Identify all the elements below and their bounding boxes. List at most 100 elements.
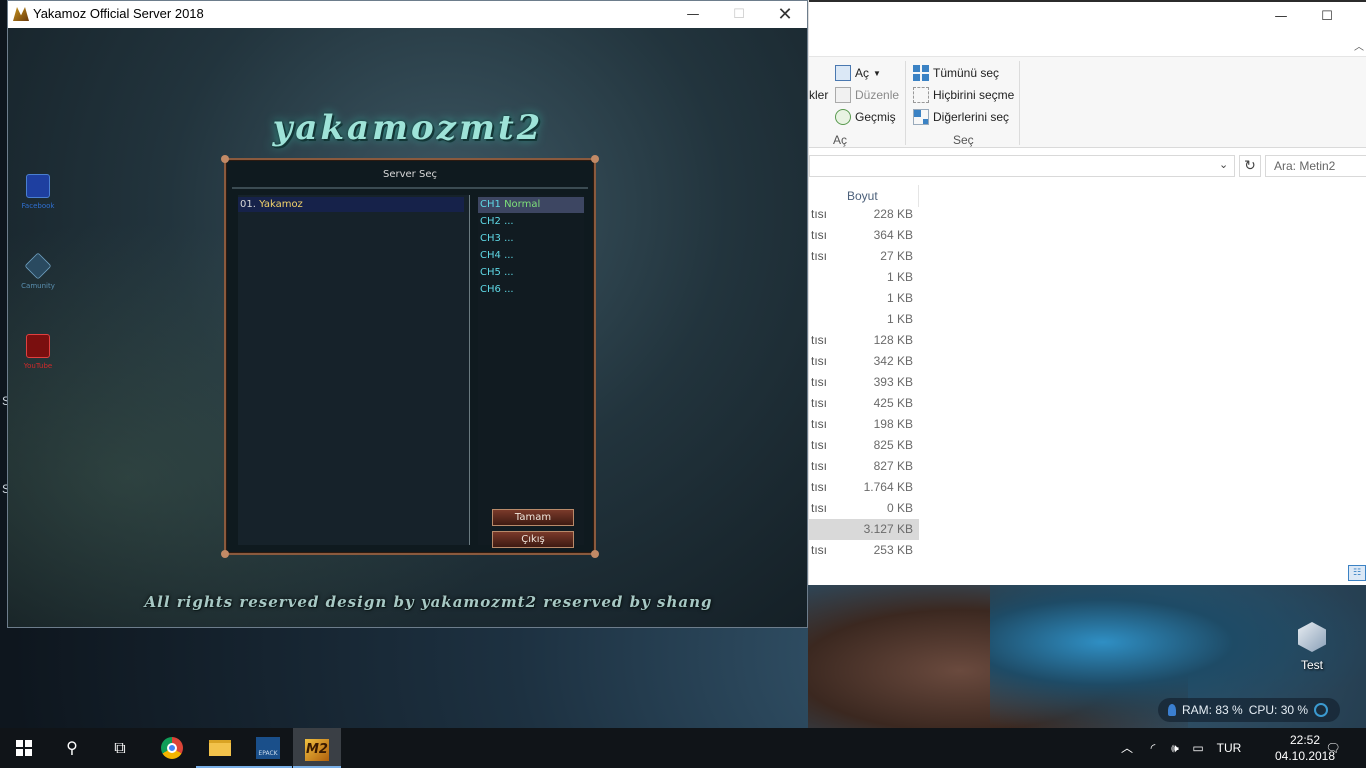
history-button[interactable]: Geçmiş	[835, 107, 896, 127]
file-row[interactable]: tısı 364 KB	[809, 225, 919, 246]
search-button[interactable]: ⚲	[48, 728, 96, 768]
chrome-taskbar-button[interactable]	[148, 728, 196, 768]
select-none-button[interactable]: Hiçbirini seçme	[913, 85, 1014, 105]
minimize-button[interactable]: —	[670, 1, 716, 28]
file-row[interactable]: tısı 228 KB	[809, 204, 919, 225]
file-type: tısı	[811, 354, 828, 368]
server-item[interactable]: 01. Yakamoz	[238, 197, 464, 212]
titlebar: Yakamoz Official Server 2018 — ☐ ✕	[8, 1, 807, 28]
file-size: 1 KB	[886, 312, 913, 326]
explorer-minimize-button[interactable]: —	[1271, 8, 1291, 26]
file-row[interactable]: 3.127 KB	[809, 519, 919, 540]
file-row[interactable]: tısı 825 KB	[809, 435, 919, 456]
virtualbox-icon	[1298, 622, 1326, 652]
credits-footer: All rights reserved design by yakamozmt2…	[144, 593, 713, 611]
file-row[interactable]: tısı 198 KB	[809, 414, 919, 435]
explorer-taskbar-button[interactable]	[196, 728, 244, 768]
resource-monitor-widget[interactable]: RAM: 83 % CPU: 30 %	[1158, 698, 1340, 722]
file-row[interactable]: tısı 342 KB	[809, 351, 919, 372]
address-history-chevron-icon[interactable]: ⌄	[1219, 158, 1228, 171]
explorer-maximize-button[interactable]: ☐	[1317, 8, 1337, 26]
channel-name: CH3	[480, 233, 501, 244]
metin2-taskbar-button[interactable]: M2	[293, 728, 341, 768]
file-row[interactable]: tısı 27 KB	[809, 246, 919, 267]
desktop-icon-label: Test	[1300, 658, 1323, 672]
file-size: 1 KB	[886, 291, 913, 305]
file-type: tısı	[811, 501, 828, 515]
file-size: 393 KB	[873, 375, 913, 389]
show-hidden-icons-button[interactable]: ︿	[1116, 728, 1138, 768]
ribbon-collapse-icon[interactable]: ︿	[1354, 38, 1364, 53]
channel-item[interactable]: CH4 ...	[478, 248, 584, 264]
facebook-link[interactable]: Facebook	[18, 174, 58, 210]
taskbar: ⚲ ⧉ EPACK M2 ︿ ◜ 🕪 ▭ TUR 22:52 04.10.201…	[0, 728, 1366, 768]
start-button[interactable]	[0, 728, 48, 768]
battery-button[interactable]: ▭	[1186, 728, 1210, 768]
community-label: Camunity	[21, 282, 55, 290]
invert-selection-label: Diğerlerini seç	[933, 110, 1010, 124]
refresh-icon[interactable]: ↻	[1239, 155, 1261, 177]
language-indicator[interactable]: TUR	[1212, 728, 1246, 768]
channel-item[interactable]: CH2 ...	[478, 214, 584, 230]
file-row[interactable]: 1 KB	[809, 267, 919, 288]
file-row[interactable]: tısı 425 KB	[809, 393, 919, 414]
server-name: Yakamoz	[259, 199, 303, 210]
channel-item[interactable]: CH5 ...	[478, 265, 584, 281]
file-row[interactable]: tısı 1.764 KB	[809, 477, 919, 498]
server-list: 01. Yakamoz	[238, 195, 470, 545]
file-row[interactable]: tısı 393 KB	[809, 372, 919, 393]
epack-taskbar-button[interactable]: EPACK	[244, 728, 292, 768]
network-button[interactable]: ◜	[1142, 728, 1164, 768]
dialog-corner	[221, 550, 229, 558]
open-label: Aç	[855, 66, 870, 80]
server-number: 01.	[240, 199, 256, 210]
channel-item[interactable]: CH6 ...	[478, 282, 584, 298]
windows-logo-icon	[16, 740, 32, 756]
ribbon-properties-label: kler	[809, 88, 829, 102]
window-title: Yakamoz Official Server 2018	[33, 6, 204, 21]
window-border	[809, 0, 1366, 2]
select-all-button[interactable]: Tümünü seç	[913, 63, 999, 83]
channel-item[interactable]: CH1 Normal	[478, 197, 584, 213]
volume-button[interactable]: 🕪	[1164, 728, 1186, 768]
desktop-icon-test[interactable]: Test	[1282, 622, 1342, 672]
facebook-label: Facebook	[21, 202, 55, 210]
file-row[interactable]: 1 KB	[809, 309, 919, 330]
file-row[interactable]: tısı 827 KB	[809, 456, 919, 477]
channel-item[interactable]: CH3 ...	[478, 231, 584, 247]
ok-button[interactable]: Tamam	[492, 509, 574, 526]
channel-name: CH2	[480, 216, 501, 227]
chrome-icon	[161, 737, 183, 759]
file-row[interactable]: 1 KB	[809, 288, 919, 309]
address-bar[interactable]	[809, 155, 1235, 177]
select-none-label: Hiçbirini seçme	[933, 88, 1015, 102]
file-row[interactable]: tısı 0 KB	[809, 498, 919, 519]
open-button[interactable]: Aç ▼	[835, 63, 881, 83]
invert-selection-button[interactable]: Diğerlerini seç	[913, 107, 1009, 127]
channel-name: CH5	[480, 267, 501, 278]
close-button[interactable]: ✕	[762, 1, 808, 28]
task-view-icon: ⧉	[114, 738, 126, 757]
exit-button[interactable]: Çıkış	[492, 531, 574, 548]
task-view-button[interactable]: ⧉	[96, 728, 144, 768]
community-link[interactable]: Camunity	[18, 252, 58, 290]
metin2-icon: M2	[305, 739, 329, 761]
edit-button[interactable]: Düzenle	[835, 85, 899, 105]
file-row[interactable]: tısı 253 KB	[809, 540, 919, 561]
edit-label: Düzenle	[855, 88, 900, 102]
chevron-up-icon: ︿	[1120, 741, 1133, 755]
youtube-link[interactable]: YouTube	[18, 334, 58, 370]
details-view-icon[interactable]: ☷	[1348, 565, 1366, 581]
notifications-button[interactable]: 🗨	[1320, 728, 1346, 768]
file-row[interactable]: tısı 128 KB	[809, 330, 919, 351]
folder-icon	[209, 740, 231, 756]
ribbon-properties-button[interactable]: kler	[809, 85, 828, 105]
ribbon-separator	[905, 61, 906, 145]
channel-status: ...	[504, 267, 514, 278]
search-input[interactable]: Ara: Metin2	[1265, 155, 1366, 177]
youtube-icon	[26, 334, 50, 358]
maximize-button[interactable]: ☐	[716, 1, 762, 28]
epack-icon: EPACK	[256, 737, 280, 759]
notification-icon: 🗨	[1325, 741, 1341, 755]
wifi-icon: ◜	[1150, 741, 1156, 755]
